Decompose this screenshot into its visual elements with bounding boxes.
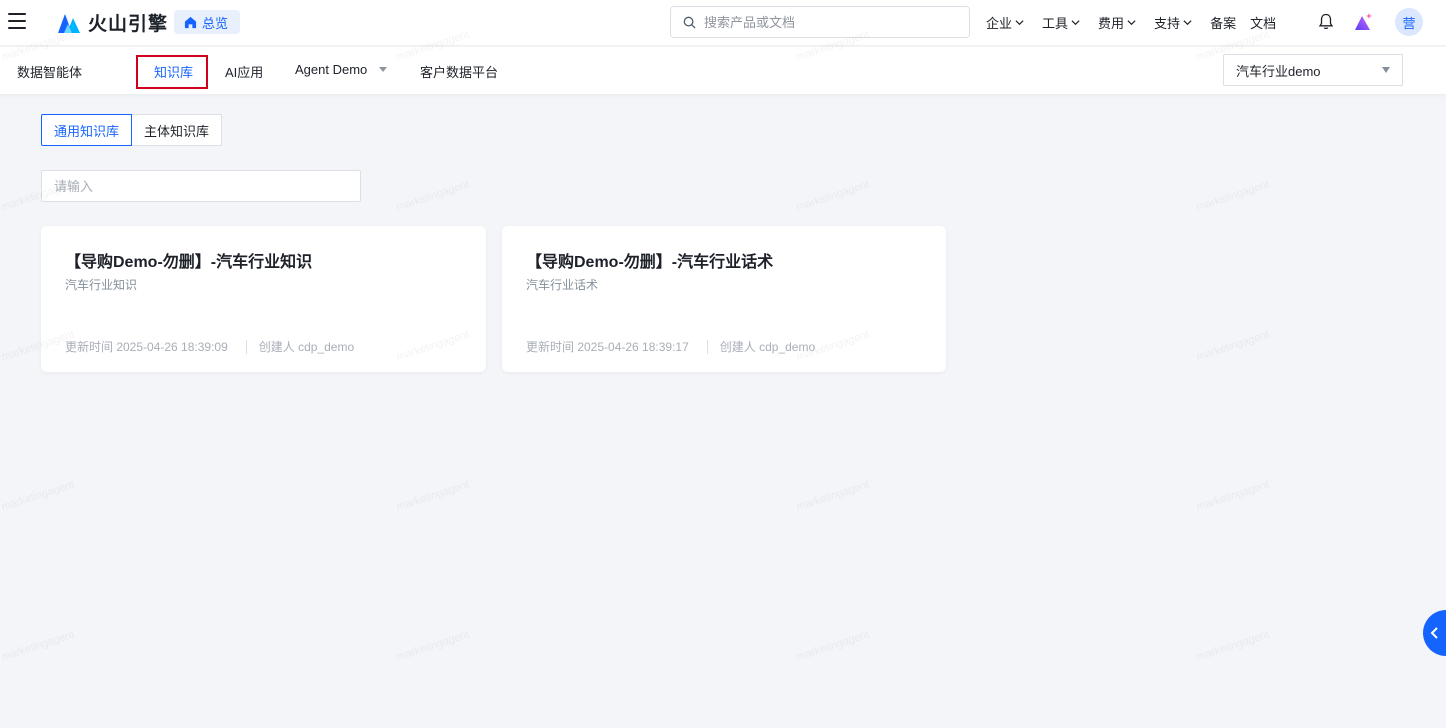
chevron-left-icon [1430,627,1438,639]
tab-agent-demo[interactable]: Agent Demo [295,62,388,77]
watermark: marketingagent [0,478,76,514]
nav-tools-label: 工具 [1042,15,1069,31]
watermark: marketingagent [395,178,471,214]
tab-ai-apps[interactable]: AI应用 [225,62,263,81]
volcano-logo-icon [58,13,80,33]
segment-general-kb[interactable]: 通用知识库 [41,114,133,146]
sub-nav: 数据智能体 知识库 AI应用 Agent Demo 客户数据平台 汽车行业dem… [0,47,1446,94]
watermark: marketingagent [1195,328,1271,364]
watermark: marketingagent [795,478,871,514]
nav-support-label: 支持 [1154,15,1181,31]
nav-billing-label: 费用 [1098,15,1125,31]
global-search[interactable] [670,6,970,38]
kb-card[interactable]: 【导购Demo-勿删】-汽车行业话术 汽车行业话术 更新时间 2025-04-2… [502,226,946,372]
menu-icon[interactable] [8,13,26,29]
kb-card-updated: 更新时间 2025-04-26 18:39:17 [526,340,689,354]
kb-card-creator: 创建人 cdp_demo [258,340,355,354]
brand-logo[interactable]: 火山引擎 [58,9,168,36]
watermark: marketingagent [1195,178,1271,214]
top-nav: 企业 工具 费用 支持 备案 文档 [986,0,1290,44]
scope-select[interactable]: 汽车行业demo [1223,54,1403,86]
meta-divider [245,339,247,354]
kb-card-title: 【导购Demo-勿删】-汽车行业话术 [526,254,774,271]
ai-assistant-icon[interactable] [1354,12,1374,32]
home-icon [184,16,197,28]
watermark: marketingagent [395,628,471,664]
nav-enterprise[interactable]: 企业 [986,13,1024,32]
chevron-down-icon [1015,19,1024,25]
kb-search-input[interactable] [41,170,361,202]
watermark: marketingagent [795,178,871,214]
kb-card[interactable]: 【导购Demo-勿删】-汽车行业知识 汽车行业知识 更新时间 2025-04-2… [41,226,486,372]
tab-cdp[interactable]: 客户数据平台 [420,62,498,81]
user-avatar[interactable]: 营 [1395,8,1423,36]
expand-panel-button[interactable] [1423,610,1446,656]
kb-card-title: 【导购Demo-勿删】-汽车行业知识 [65,254,313,271]
scope-select-value: 汽车行业demo [1236,63,1321,79]
tab-data-agent[interactable]: 数据智能体 [17,62,82,81]
kb-card-creator: 创建人 cdp_demo [719,340,816,354]
segment-entity-kb[interactable]: 主体知识库 [132,114,223,146]
caret-down-icon [379,67,388,72]
overview-button[interactable]: 总览 [174,10,241,34]
search-icon [683,16,696,29]
nav-tools[interactable]: 工具 [1042,13,1080,32]
kb-card-description: 汽车行业话术 [526,278,599,292]
tab-agent-demo-label: Agent Demo [295,62,368,77]
tab-knowledge-base[interactable]: 知识库 [154,62,193,81]
kb-card-description: 汽车行业知识 [65,278,138,292]
watermark: marketingagent [0,628,76,664]
caret-down-icon [1382,67,1390,73]
nav-docs[interactable]: 文档 [1250,13,1276,32]
kb-card-meta: 更新时间 2025-04-26 18:39:09 创建人 cdp_demo [65,338,354,355]
chevron-down-icon [1183,19,1192,25]
meta-divider [706,339,708,354]
chevron-down-icon [1127,19,1136,25]
brand-name: 火山引擎 [88,14,169,35]
kb-card-meta: 更新时间 2025-04-26 18:39:17 创建人 cdp_demo [526,338,815,355]
watermark: marketingagent [395,478,471,514]
overview-label: 总览 [202,15,229,31]
top-bar: 火山引擎 总览 企业 工具 费用 支持 备案 文档 [0,0,1446,46]
nav-billing[interactable]: 费用 [1098,13,1136,32]
nav-filing[interactable]: 备案 [1210,13,1236,32]
chevron-down-icon [1071,19,1080,25]
watermark: marketingagent [1195,478,1271,514]
nav-support[interactable]: 支持 [1154,13,1192,32]
watermark: marketingagent [1195,628,1271,664]
watermark: marketingagent [795,628,871,664]
nav-enterprise-label: 企业 [986,15,1013,31]
kb-card-updated: 更新时间 2025-04-26 18:39:09 [65,340,228,354]
global-search-input[interactable] [704,14,954,30]
bell-icon[interactable] [1318,13,1334,30]
kb-type-switch: 通用知识库 主体知识库 [41,114,223,146]
